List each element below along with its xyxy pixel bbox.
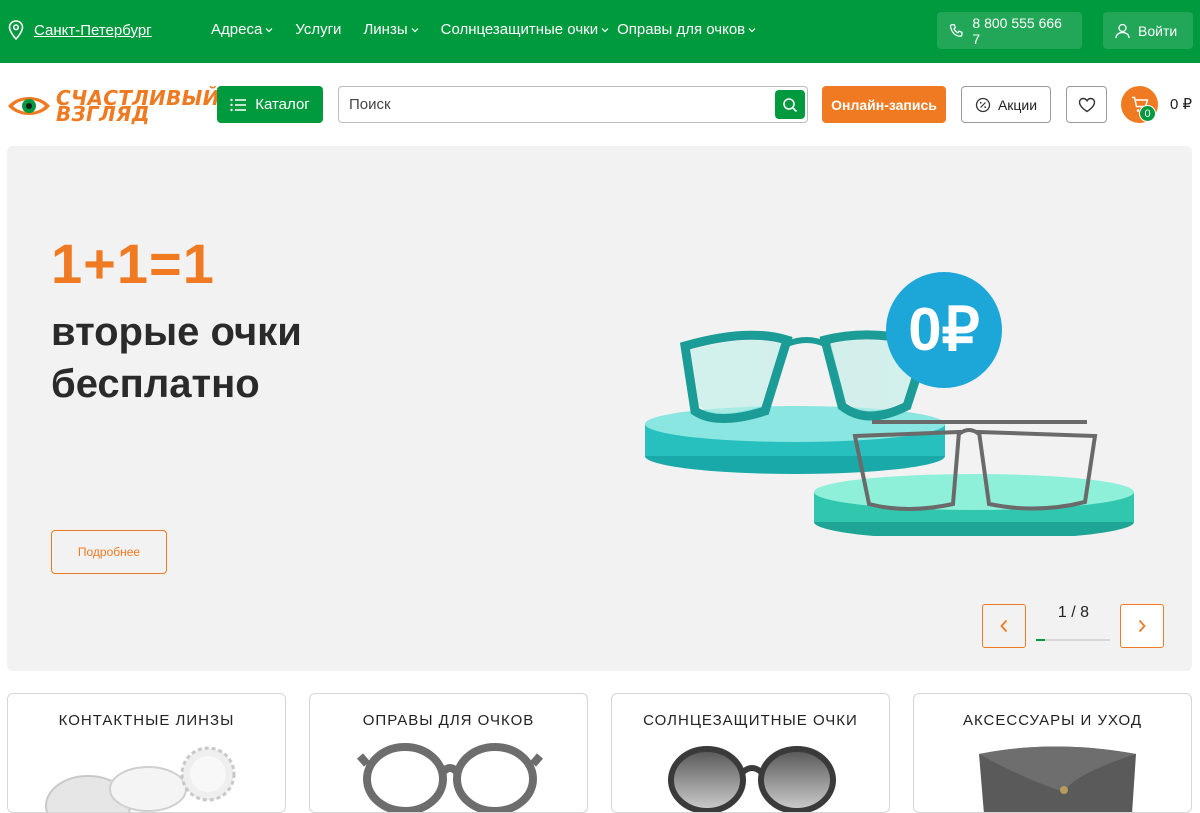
category-contact-lenses[interactable]: КОНТАКТНЫЕ ЛИНЗЫ bbox=[7, 693, 286, 813]
promo-title: 1+1=1 bbox=[51, 232, 215, 295]
cart-button[interactable]: 0 bbox=[1121, 86, 1158, 123]
search-box bbox=[338, 86, 808, 123]
user-icon bbox=[1115, 23, 1130, 38]
category-title: АКСЕССУАРЫ И УХОД bbox=[962, 712, 1143, 729]
category-title: КОНТАКТНЫЕ ЛИНЗЫ bbox=[58, 712, 235, 729]
category-sunglasses[interactable]: СОЛНЦЕЗАЩИТНЫЕ ОЧКИ bbox=[611, 693, 890, 813]
chevron-down-icon bbox=[265, 27, 273, 32]
slider-prev-button[interactable] bbox=[982, 604, 1026, 648]
category-accessories[interactable]: АКСЕССУАРЫ И УХОД bbox=[913, 693, 1192, 813]
top-bar: Санкт-Петербург Адреса Услуги Линзы Солн… bbox=[0, 0, 1200, 63]
promotions-button[interactable]: Акции bbox=[961, 86, 1051, 123]
promo-subtitle: вторые очки бесплатно bbox=[51, 310, 302, 406]
slide-progress bbox=[1036, 639, 1110, 641]
favorites-button[interactable] bbox=[1066, 86, 1107, 123]
logo-text: СЧАСТЛИВЫЙ ВЗГЛЯД bbox=[56, 88, 220, 124]
price-badge-text: 0₽ bbox=[908, 296, 980, 363]
chevron-down-icon bbox=[601, 27, 609, 32]
nav-label: Оправы для очков bbox=[617, 21, 746, 38]
chevron-down-icon bbox=[748, 27, 756, 32]
more-button[interactable]: Подробнее bbox=[51, 530, 167, 574]
cart-total: 0 ₽ bbox=[1170, 96, 1193, 113]
nav-item-addresses[interactable]: Адреса bbox=[211, 21, 273, 38]
promotions-label: Акции bbox=[997, 96, 1038, 113]
eye-logo-icon bbox=[8, 97, 50, 115]
logo[interactable]: СЧАСТЛИВЫЙ ВЗГЛЯД bbox=[6, 86, 220, 126]
phone-icon bbox=[949, 23, 963, 37]
search-icon bbox=[783, 97, 798, 112]
online-booking-button[interactable]: Онлайн-запись bbox=[822, 86, 946, 123]
slide-progress-fill bbox=[1036, 639, 1046, 641]
category-title: СОЛНЦЕЗАЩИТНЫЕ ОЧКИ bbox=[643, 712, 858, 729]
search-input[interactable] bbox=[349, 87, 769, 122]
nav-item-lenses[interactable]: Линзы bbox=[363, 21, 419, 38]
chevron-down-icon bbox=[411, 27, 419, 32]
city-selector[interactable]: Санкт-Петербург bbox=[8, 20, 152, 40]
sunglasses-icon bbox=[668, 746, 836, 812]
login-label: Войти bbox=[1138, 22, 1178, 39]
main-nav: Адреса Услуги Линзы Солнцезащитные очки … bbox=[211, 21, 778, 38]
phone-button[interactable]: 8 800 555 666 7 bbox=[937, 12, 1082, 49]
location-pin-icon bbox=[8, 20, 24, 40]
search-button[interactable] bbox=[775, 90, 805, 119]
heart-icon bbox=[1078, 97, 1095, 112]
nav-label: Адреса bbox=[211, 21, 263, 38]
chevron-right-icon bbox=[1138, 619, 1146, 633]
nav-item-services[interactable]: Услуги bbox=[295, 21, 341, 38]
glasses-case-icon bbox=[979, 746, 1136, 812]
nav-item-sunglasses[interactable]: Солнцезащитные очки bbox=[441, 21, 609, 38]
list-icon bbox=[230, 98, 247, 111]
nav-label: Солнцезащитные очки bbox=[440, 21, 599, 38]
hero-banner: 1+1=1 вторые очки бесплатно Подробнее 0₽… bbox=[7, 146, 1192, 671]
catalog-button[interactable]: Каталог bbox=[217, 86, 323, 123]
glasses-promo-image: 0₽ bbox=[645, 272, 1134, 536]
contact-lens-case-icon bbox=[45, 746, 236, 812]
nav-label: Услуги bbox=[295, 21, 342, 38]
category-frames[interactable]: ОПРАВЫ ДЛЯ ОЧКОВ bbox=[309, 693, 588, 813]
login-button[interactable]: Войти bbox=[1103, 12, 1193, 49]
cart-count-badge: 0 bbox=[1139, 105, 1156, 122]
catalog-label: Каталог bbox=[255, 96, 310, 113]
category-title: ОПРАВЫ ДЛЯ ОЧКОВ bbox=[362, 712, 535, 729]
chevron-left-icon bbox=[1000, 619, 1008, 633]
nav-label: Линзы bbox=[363, 21, 408, 38]
phone-number: 8 800 555 666 7 bbox=[972, 14, 1062, 47]
slide-counter: 1 / 8 bbox=[1057, 604, 1090, 621]
nav-item-frames[interactable]: Оправы для очков bbox=[617, 21, 756, 38]
slider-next-button[interactable] bbox=[1120, 604, 1164, 648]
discount-icon bbox=[975, 97, 991, 112]
city-link[interactable]: Санкт-Петербург bbox=[34, 22, 152, 39]
eyeglasses-icon bbox=[356, 743, 544, 812]
